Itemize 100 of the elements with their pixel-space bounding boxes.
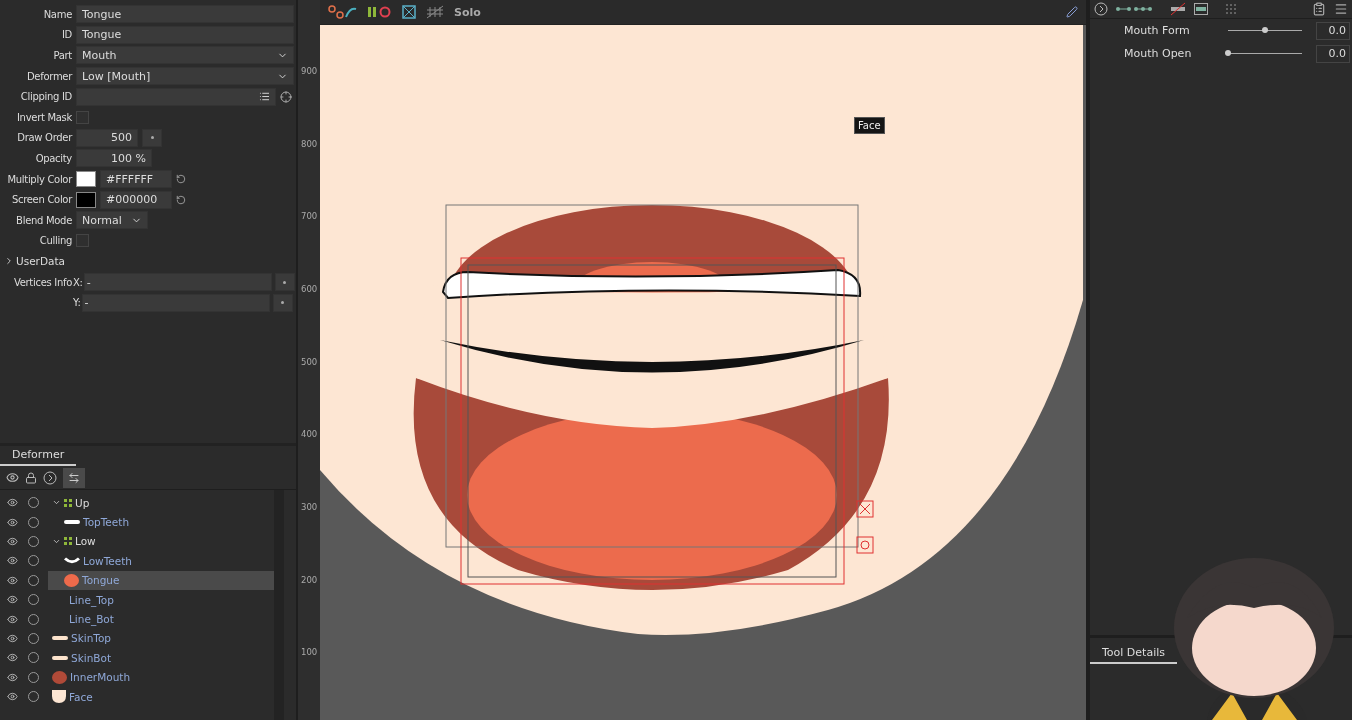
layer-name[interactable]: Line_Bot	[69, 613, 114, 626]
layer-name[interactable]: LowTeeth	[83, 554, 132, 567]
property-label: Opacity	[34, 152, 72, 164]
parameter-value[interactable]: 0.0	[1316, 21, 1350, 40]
axis-label: X:	[73, 276, 83, 288]
group-label: UserData	[16, 255, 65, 268]
slider-thumb[interactable]	[1225, 50, 1231, 56]
layer-name[interactable]: SkinBot	[71, 651, 112, 664]
visibility-icon[interactable]	[7, 613, 18, 625]
color-swatch[interactable]	[76, 191, 96, 208]
target-icon[interactable]	[280, 90, 292, 103]
property-label: Culling	[38, 235, 72, 247]
remove-key-icon[interactable]	[1170, 2, 1186, 16]
visibility-icon[interactable]	[7, 671, 18, 683]
parameter-name: Mouth Form	[1123, 24, 1191, 37]
dot-button[interactable]	[274, 273, 295, 291]
property-label: Blend Mode	[15, 214, 72, 226]
number-field[interactable]: 100 %	[76, 149, 152, 168]
clipboard-icon[interactable]	[1312, 2, 1326, 16]
clipping-field[interactable]	[76, 87, 276, 106]
menu-icon[interactable]	[1334, 2, 1348, 16]
tooltip: Face	[854, 117, 885, 134]
deformer-tools-icon[interactable]	[368, 6, 392, 18]
property-label: Name	[42, 8, 72, 20]
layer-name[interactable]: TopTeeth	[83, 516, 130, 529]
dot-button[interactable]	[272, 293, 293, 312]
lock-icon[interactable]	[25, 471, 37, 484]
visibility-icon[interactable]	[7, 652, 18, 664]
ruler-label: 900	[300, 66, 319, 78]
reset-icon[interactable]	[176, 174, 186, 185]
ruler-label: 300	[300, 502, 319, 515]
ruler-label: 200	[300, 574, 319, 587]
property-label: Multiply Color	[6, 173, 72, 185]
swap-icon	[68, 471, 80, 484]
panel-tab[interactable]: Deformer	[0, 448, 77, 466]
color-swatch[interactable]	[76, 171, 96, 188]
vertex-field[interactable]: -	[83, 273, 272, 291]
text-field[interactable]: Tongue	[76, 25, 294, 44]
layer-name[interactable]: Up	[75, 496, 90, 509]
layer-name[interactable]: Line_Top	[69, 593, 114, 606]
pen-icon[interactable]	[1066, 6, 1078, 18]
hex-field[interactable]: #000000	[100, 190, 172, 209]
property-label: ID	[60, 29, 72, 41]
grid-off-icon[interactable]	[426, 5, 444, 19]
parameter-value[interactable]: 0.0	[1316, 44, 1350, 63]
ruler-label: 400	[300, 429, 319, 442]
layer-name[interactable]: Tongue	[82, 574, 120, 587]
property-label: Draw Order	[16, 132, 72, 144]
node-icon[interactable]	[328, 5, 358, 19]
mesh-grid-icon[interactable]	[402, 5, 416, 19]
layer-name[interactable]: InnerMouth	[70, 671, 131, 684]
ruler-label: 500	[300, 356, 319, 369]
dropdown[interactable]: Normal	[76, 211, 148, 230]
visibility-icon[interactable]	[7, 574, 18, 586]
text-field[interactable]: Tongue	[76, 5, 294, 24]
dropdown[interactable]: Mouth	[76, 46, 294, 65]
layer-name[interactable]: Face	[69, 690, 93, 703]
parameter-name: Mouth Open	[1123, 47, 1193, 60]
selected-row[interactable]: Tongue	[48, 570, 274, 590]
layer-name[interactable]: SkinTop	[71, 632, 112, 645]
visibility-icon[interactable]	[7, 516, 18, 528]
visibility-icon[interactable]	[7, 632, 18, 644]
userdata-toggle[interactable]: UserData	[0, 255, 65, 268]
dropdown[interactable]: Low [Mouth]	[76, 67, 294, 86]
panel-tab[interactable]: Tool Details	[1090, 646, 1177, 664]
visibility-icon[interactable]	[7, 535, 18, 547]
visibility-icon[interactable]	[6, 471, 19, 484]
layer-name[interactable]: Low	[75, 535, 96, 548]
ruler-label: 700	[300, 211, 319, 224]
vertex-field[interactable]: -	[81, 293, 270, 312]
chevron-right-icon	[4, 256, 14, 267]
ruler-label: 600	[300, 284, 319, 296]
visibility-icon[interactable]	[7, 594, 18, 606]
checkbox[interactable]	[76, 110, 89, 124]
visibility-icon[interactable]	[7, 497, 18, 509]
play-circle-icon[interactable]	[43, 470, 57, 485]
grid-deformer-icon	[64, 498, 72, 507]
property-label: Deformer	[25, 70, 72, 82]
checkbox[interactable]	[76, 234, 89, 248]
reset-icon[interactable]	[176, 194, 186, 205]
ruler-label: 100	[300, 647, 319, 660]
property-label: Screen Color	[10, 194, 72, 206]
visibility-icon[interactable]	[7, 555, 18, 567]
delete-handle-icon[interactable]	[856, 500, 874, 518]
visibility-icon[interactable]	[7, 691, 18, 703]
play-circle-icon[interactable]	[1094, 2, 1108, 16]
number-field[interactable]: 500	[76, 128, 138, 147]
dots-grid-icon[interactable]	[1226, 3, 1238, 15]
swap-button[interactable]	[63, 467, 85, 488]
panel-icon[interactable]	[1194, 3, 1208, 15]
property-label: Part	[52, 50, 72, 61]
property-label: Invert Mask	[15, 111, 72, 123]
transform-handle-icon[interactable]	[856, 536, 874, 554]
hex-field[interactable]: #FFFFFF	[100, 170, 172, 189]
slider-thumb[interactable]	[1262, 27, 1268, 33]
property-label: Clipping ID	[19, 91, 72, 103]
list-icon[interactable]	[259, 91, 270, 103]
ruler-label: 800	[300, 138, 319, 151]
dot-button[interactable]	[142, 128, 162, 147]
solo-toggle[interactable]: Solo	[454, 5, 481, 19]
